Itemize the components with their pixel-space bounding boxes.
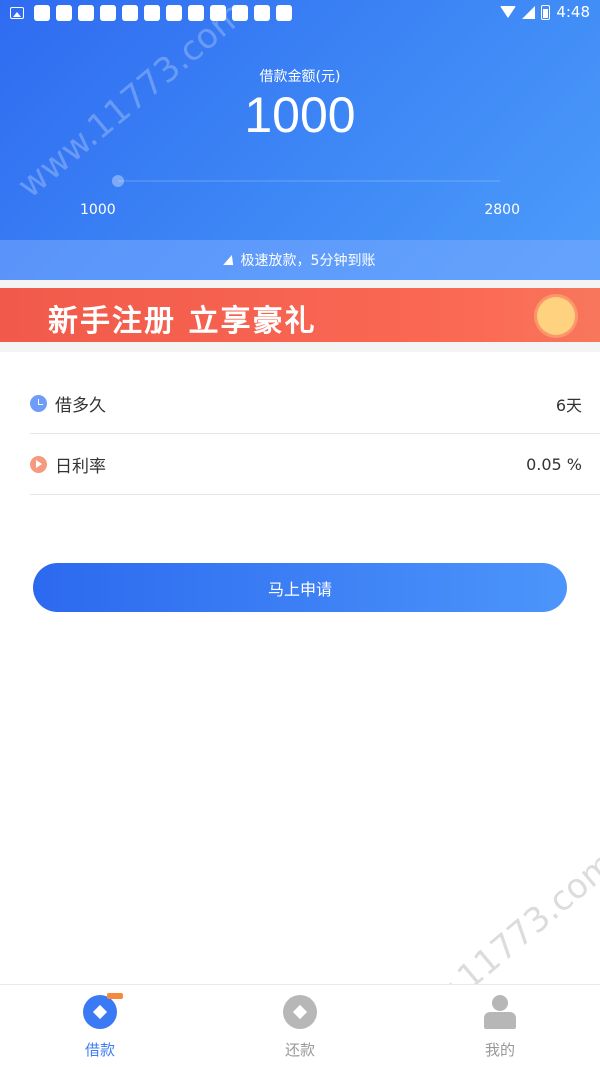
notification-icon	[210, 5, 226, 21]
borrow-icon	[83, 993, 123, 1029]
bottom-tab-bar: 借款 还款 我的	[0, 984, 600, 1067]
repay-icon	[283, 995, 317, 1029]
daily-rate-value: 0.05 %	[526, 455, 582, 474]
rate-icon	[30, 456, 47, 473]
clock-icon	[30, 395, 47, 412]
apply-now-button[interactable]: 马上申请	[33, 563, 567, 612]
wifi-icon	[500, 6, 517, 18]
tab-borrow-label: 借款	[84, 1041, 115, 1059]
notification-icon	[166, 5, 182, 21]
fast-payout-banner: 极速放款，5分钟到账	[0, 240, 600, 280]
tab-profile-label: 我的	[484, 1041, 515, 1059]
notification-icon	[78, 5, 94, 21]
notification-icon	[122, 5, 138, 21]
slider-max-label: 2800	[484, 202, 520, 218]
promo-text: 新手注册 立享豪礼	[48, 304, 317, 339]
promo-section: 新手注册 立享豪礼	[0, 280, 600, 352]
status-left	[10, 5, 292, 21]
notification-icon	[232, 5, 248, 21]
notification-icon	[254, 5, 270, 21]
slider-min-label: 1000	[80, 202, 116, 218]
notification-icon	[188, 5, 204, 21]
amount-slider-thumb[interactable]	[112, 175, 124, 187]
profile-icon-body	[484, 1012, 516, 1029]
lightning-icon	[222, 255, 237, 265]
amount-label: 借款金额(元)	[259, 69, 341, 85]
notification-icon	[34, 5, 50, 21]
amount-value: 1000	[244, 87, 356, 143]
coin-icon	[537, 297, 575, 335]
amount-slider-track[interactable]	[118, 180, 500, 182]
notification-icon	[276, 5, 292, 21]
status-bar: 4:48	[0, 0, 600, 26]
daily-rate-row: 日利率 0.05 %	[30, 435, 600, 495]
tab-borrow[interactable]: 借款	[0, 985, 200, 1067]
status-time: 4:48	[556, 3, 590, 21]
notification-icon	[100, 5, 116, 21]
battery-icon	[541, 4, 551, 20]
fast-payout-text: 极速放款，5分钟到账	[240, 253, 376, 269]
loan-amount-header: 4:48 借款金额(元) 1000 1000 2800 www.11773.co…	[0, 0, 600, 280]
notification-icon	[56, 5, 72, 21]
tab-profile[interactable]: 我的	[400, 985, 600, 1067]
loan-term-row[interactable]: 借多久 6天	[30, 374, 600, 434]
tab-repay-label: 还款	[284, 1041, 315, 1059]
profile-icon-head	[492, 995, 508, 1011]
loan-details: 借多久 6天 日利率 0.05 %	[0, 352, 600, 982]
tab-repay[interactable]: 还款	[200, 985, 400, 1067]
loan-term-value: 6天	[555, 395, 582, 415]
signal-icon	[522, 5, 536, 19]
status-right: 4:48	[500, 3, 590, 21]
profile-icon	[483, 995, 517, 1029]
notification-icon	[144, 5, 160, 21]
loan-term-label: 借多久	[55, 396, 106, 416]
daily-rate-label: 日利率	[55, 457, 106, 477]
promo-banner[interactable]: 新手注册 立享豪礼	[0, 288, 600, 342]
image-icon	[10, 7, 24, 19]
